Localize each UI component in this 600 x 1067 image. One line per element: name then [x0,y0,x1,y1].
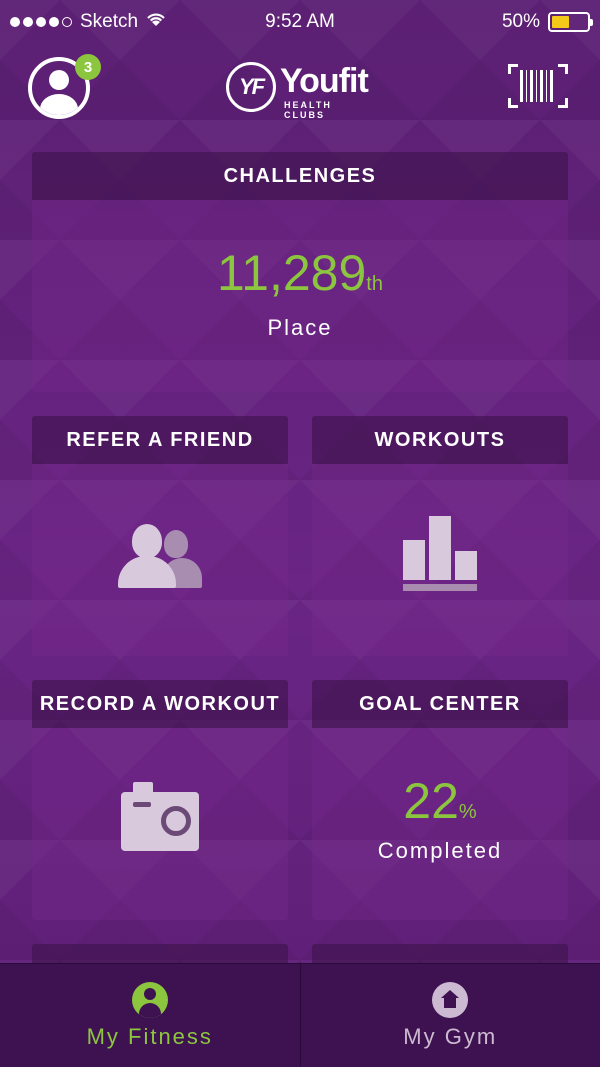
goal-title: GOAL CENTER [312,680,568,728]
workouts-card[interactable]: WORKOUTS [312,416,568,656]
home-icon [432,981,469,1018]
status-bar: Sketch 9:52 AM 50% [0,0,600,44]
battery-icon [548,12,593,32]
challenges-rank-label: Place [267,315,333,340]
status-left: Sketch [10,11,166,33]
goal-progress: 22% [312,772,568,830]
notification-badge: 3 [75,54,101,80]
tab-my-fitness-label: My Fitness [86,1023,213,1049]
tab-bar: My Fitness My Gym [0,963,600,1067]
goal-progress-suffix: % [458,801,477,823]
person-icon [131,981,168,1018]
battery-percent: 50% [501,11,540,32]
challenges-rank: 11,289th [32,244,568,302]
challenges-card[interactable]: CHALLENGES 11,289th Place [32,152,568,392]
refer-a-friend-card[interactable]: REFER A FRIEND [32,416,288,656]
challenges-rank-value: 11,289 [217,245,367,301]
wifi-icon [146,11,166,33]
barcode-scan-button[interactable] [508,64,568,108]
logo-name: Youfit [280,62,369,100]
signal-icon [10,17,72,27]
people-icon [118,520,204,590]
goal-progress-label: Completed [377,838,503,863]
refer-title: REFER A FRIEND [32,416,288,464]
app-header: 3 YF Youfit HEALTH CLUBS [0,50,600,130]
tab-my-gym-label: My Gym [403,1023,498,1049]
workouts-title: WORKOUTS [312,416,568,464]
barcode-icon [520,70,556,102]
challenges-title: CHALLENGES [32,152,568,200]
status-right: 50% [501,11,593,33]
carrier-label: Sketch [80,11,139,32]
record-title: RECORD A WORKOUT [32,680,288,728]
tab-my-fitness[interactable]: My Fitness [0,964,300,1067]
logo-subtitle: HEALTH CLUBS [284,100,332,120]
goal-center-card[interactable]: GOAL CENTER 22% Completed [312,680,568,920]
youfit-logo: YF Youfit HEALTH CLUBS [226,62,376,120]
record-workout-card[interactable]: RECORD A WORKOUT [32,680,288,920]
logo-mark: YF [226,62,276,112]
tab-my-gym[interactable]: My Gym [299,964,600,1067]
goal-progress-value: 22 [403,773,459,829]
camera-icon [121,782,199,854]
challenges-rank-suffix: th [366,273,383,295]
profile-icon [49,70,69,90]
bar-chart-icon [402,516,478,592]
